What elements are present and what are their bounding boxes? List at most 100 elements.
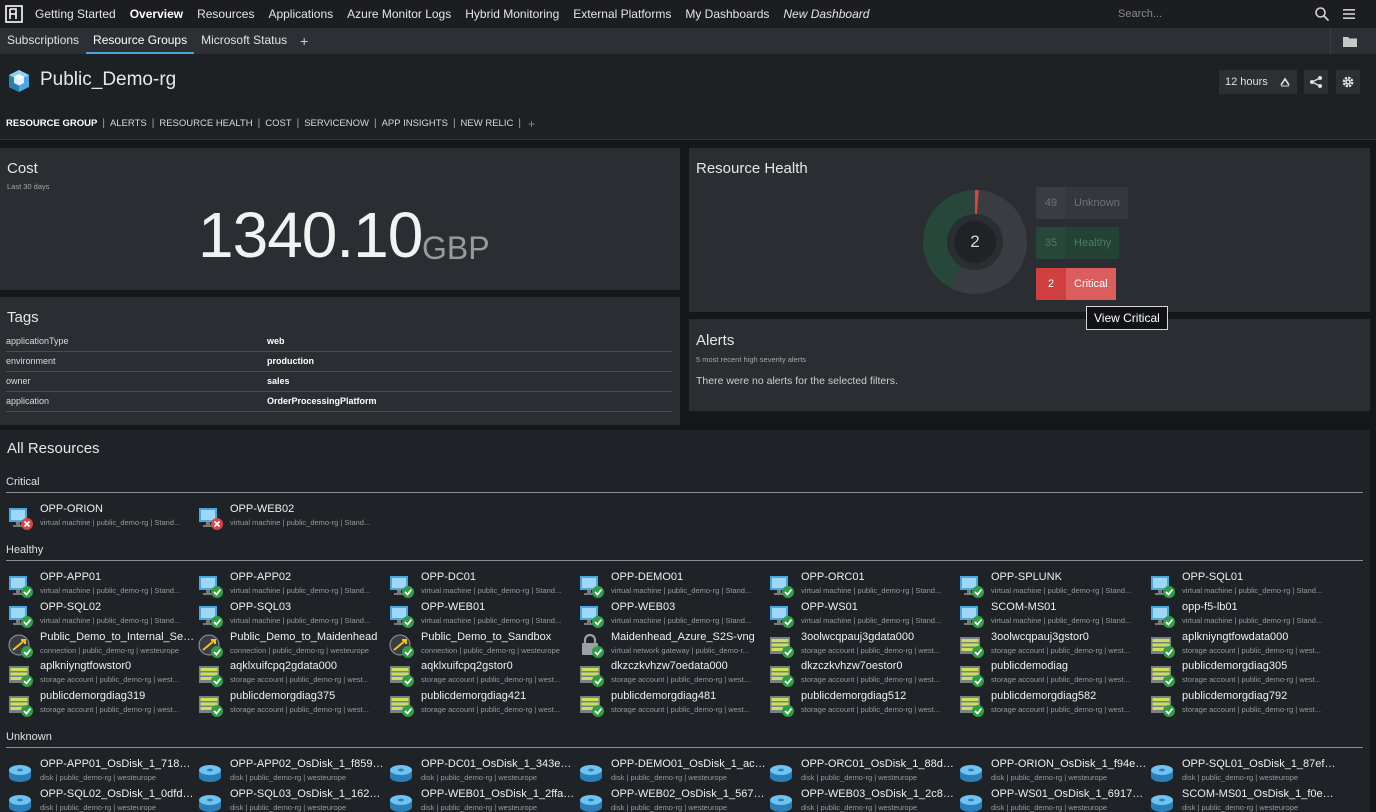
resource-tile[interactable]: OPP-WEB01_OsDisk_1_2ffa39... disk | publi… (389, 788, 577, 812)
resource-tile[interactable]: publicdemorgdiag512 storage account | pub… (769, 690, 957, 718)
resource-tile[interactable]: Public_Demo_to_Sandbox connection | publi… (389, 631, 577, 659)
resource-tile[interactable]: OPP-APP02 virtual machine | public_demo-r… (198, 571, 386, 599)
resource-tile[interactable]: OPP-SQL01 virtual machine | public_demo-r… (1150, 571, 1338, 599)
resource-tile[interactable]: 3oolwcqpauj3gstor0 storage account | publ… (959, 631, 1147, 659)
resource-tile[interactable]: OPP-SQL02 virtual machine | public_demo-r… (8, 601, 196, 629)
tag-key: applicationType (6, 336, 69, 346)
disk-icon (8, 790, 34, 812)
resource-tile[interactable]: OPP-SQL02_OsDisk_1_0dfdd8... disk | publi… (8, 788, 196, 812)
tab-servicenow[interactable]: SERVICENOW (304, 118, 369, 129)
tab-resource-health[interactable]: RESOURCE HEALTH (159, 118, 252, 129)
resource-tile[interactable]: Public_Demo_to_Maidenhead connection | pu… (198, 631, 386, 659)
resource-tile[interactable]: publicdemorgdiag319 storage account | pub… (8, 690, 196, 718)
resource-tile[interactable]: publicdemorgdiag792 storage account | pub… (1150, 690, 1338, 718)
settings-button[interactable] (1336, 70, 1360, 94)
resource-tile[interactable]: Public_Demo_to_Internal_Servi... connecti… (8, 631, 196, 659)
subnav-microsoft-status[interactable]: Microsoft Status (194, 28, 294, 54)
resource-tile[interactable]: OPP-SQL03_OsDisk_1_162dd9... disk | publi… (198, 788, 386, 812)
subnav-subscriptions[interactable]: Subscriptions (0, 28, 86, 54)
nav-new-dashboard[interactable]: New Dashboard (776, 7, 876, 21)
resource-tile[interactable]: publicdemorgdiag375 storage account | pub… (198, 690, 386, 718)
subnav-resource-groups[interactable]: Resource Groups (86, 28, 195, 54)
resource-tile[interactable]: OPP-WEB03_OsDisk_1_2c8c79... disk | publi… (769, 788, 957, 812)
collapse-button[interactable] (1273, 70, 1297, 94)
critical-count-box[interactable]: 2 Critical (1036, 268, 1116, 300)
tab-app-insights[interactable]: APP INSIGHTS (382, 118, 448, 129)
resource-tile[interactable]: Maidenhead_Azure_S2S-vng virtual network … (579, 631, 767, 659)
time-range-button[interactable]: 12 hours (1219, 70, 1274, 94)
cost-value: 1340.10 (198, 199, 423, 271)
resource-tile[interactable]: aplkniyngtfowstor0 storage account | publ… (8, 660, 196, 688)
resource-tile[interactable]: OPP-ORION virtual machine | public_demo-r… (8, 503, 196, 531)
resource-tile[interactable]: OPP-DC01 virtual machine | public_demo-rg… (389, 571, 577, 599)
resource-tile[interactable]: 3oolwcqpauj3gdata000 storage account | pu… (769, 631, 957, 659)
search-icon[interactable] (1314, 6, 1330, 22)
resource-tile[interactable]: OPP-APP02_OsDisk_1_f85919... disk | publi… (198, 758, 386, 786)
search-input[interactable]: Search... (1112, 5, 1302, 23)
resource-details: connection | public_demo-rg | westeurope (230, 645, 369, 655)
unknown-count-box[interactable]: 49 Unknown (1036, 187, 1128, 219)
resource-tile[interactable]: OPP-WS01 virtual machine | public_demo-rg… (769, 601, 957, 629)
tab-cost[interactable]: COST (265, 118, 291, 129)
resource-tile[interactable]: OPP-DC01_OsDisk_1_343e7ab... disk | publi… (389, 758, 577, 786)
resource-details: virtual machine | public_demo-rg | Stand… (40, 615, 181, 625)
resource-tile[interactable]: OPP-APP01_OsDisk_1_718acb... disk | publi… (8, 758, 196, 786)
nav-hybrid-monitoring[interactable]: Hybrid Monitoring (458, 7, 566, 21)
resource-health-title: Resource Health (696, 160, 808, 177)
section-unknown-label: Unknown (6, 731, 52, 743)
tab-resource-group[interactable]: RESOURCE GROUP (6, 118, 97, 129)
resource-tile[interactable]: dkzczkvhzw7oedata000 storage account | pu… (579, 660, 767, 688)
nav-azure-monitor-logs[interactable]: Azure Monitor Logs (340, 7, 458, 21)
tab-alerts[interactable]: ALERTS (110, 118, 147, 129)
storage-icon (389, 692, 415, 718)
folder-icon[interactable] (1330, 28, 1368, 54)
storage-icon (959, 662, 985, 688)
resource-tile[interactable]: OPP-DEMO01 virtual machine | public_demo-… (579, 571, 767, 599)
resource-tile[interactable]: OPP-WEB03 virtual machine | public_demo-r… (579, 601, 767, 629)
nav-resources[interactable]: Resources (190, 7, 261, 21)
resource-tile[interactable]: SCOM-MS01 virtual machine | public_demo-r… (959, 601, 1147, 629)
hamburger-menu-icon[interactable] (1342, 7, 1356, 21)
healthy-count-box[interactable]: 35 Healthy (1036, 227, 1120, 259)
nav-external-platforms[interactable]: External Platforms (566, 7, 678, 21)
resource-tile[interactable]: OPP-ORC01_OsDisk_1_88d69f... disk | publi… (769, 758, 957, 786)
resource-tile[interactable]: publicdemodiag storage account | public_d… (959, 660, 1147, 688)
resource-name: dkzczkvhzw7oedata000 (611, 660, 728, 673)
resource-tile[interactable]: OPP-ORC01 virtual machine | public_demo-r… (769, 571, 957, 599)
resource-tile[interactable]: aplkniyngtfowdata000 storage account | pu… (1150, 631, 1338, 659)
resource-health-panel: Resource Health 2 49 Unknown 35 Healthy … (689, 148, 1370, 312)
nav-my-dashboards[interactable]: My Dashboards (678, 7, 776, 21)
resource-tile[interactable]: OPP-WEB01 virtual machine | public_demo-r… (389, 601, 577, 629)
resource-tile[interactable]: publicdemorgdiag582 storage account | pub… (959, 690, 1147, 718)
resource-tile[interactable]: OPP-SQL03 virtual machine | public_demo-r… (198, 601, 386, 629)
resource-tile[interactable]: opp-f5-lb01 virtual machine | public_demo… (1150, 601, 1338, 629)
resource-tile[interactable]: OPP-WS01_OsDisk_1_691712e... disk | publi… (959, 788, 1147, 812)
resource-name: OPP-ORC01 (801, 571, 865, 583)
resource-tile[interactable]: SCOM-MS01_OsDisk_1_f0e08... disk | public… (1150, 788, 1338, 812)
resource-tile[interactable]: aqklxuifcpq2gstor0 storage account | publ… (389, 660, 577, 688)
logo-icon[interactable] (0, 0, 28, 28)
resource-tile[interactable]: dkzczkvhzw7oestor0 storage account | publ… (769, 660, 957, 688)
resource-tile[interactable]: publicdemorgdiag305 storage account | pub… (1150, 660, 1338, 688)
resource-tile[interactable]: OPP-WEB02 virtual machine | public_demo-r… (198, 503, 386, 531)
nav-getting-started[interactable]: Getting Started (28, 7, 123, 21)
resource-tile[interactable]: OPP-DEMO01_OsDisk_1_aca2... disk | public… (579, 758, 767, 786)
resource-tile[interactable]: OPP-SPLUNK virtual machine | public_demo-… (959, 571, 1147, 599)
share-button[interactable] (1304, 70, 1328, 94)
alerts-subtitle: 5 most recent high severity alerts (696, 355, 807, 364)
resource-tile[interactable]: OPP-APP01 virtual machine | public_demo-r… (8, 571, 196, 599)
add-dashboard-tab-button[interactable]: + (526, 117, 535, 131)
add-tab-button[interactable]: + (294, 33, 314, 49)
tab-new-relic[interactable]: NEW RELIC (461, 118, 514, 129)
resource-details: disk | public_demo-rg | westeurope (991, 803, 1108, 812)
resource-tile[interactable]: publicdemorgdiag421 storage account | pub… (389, 690, 577, 718)
nav-overview[interactable]: Overview (123, 7, 190, 21)
resource-tile[interactable]: OPP-ORION_OsDisk_1_f94e7a... disk | publi… (959, 758, 1147, 786)
page-header: Public_Demo-rg 12 hours (0, 54, 1376, 108)
resource-tile[interactable]: publicdemorgdiag481 storage account | pub… (579, 690, 767, 718)
resource-tile[interactable]: OPP-WEB02_OsDisk_1_567fc4... disk | publi… (579, 788, 767, 812)
nav-applications[interactable]: Applications (261, 7, 340, 21)
resource-tile[interactable]: aqklxuifcpq2gdata000 storage account | pu… (198, 660, 386, 688)
resource-tile[interactable]: OPP-SQL01_OsDisk_1_87efeb... disk | publi… (1150, 758, 1338, 786)
health-donut-center-value: 2 (970, 232, 980, 251)
